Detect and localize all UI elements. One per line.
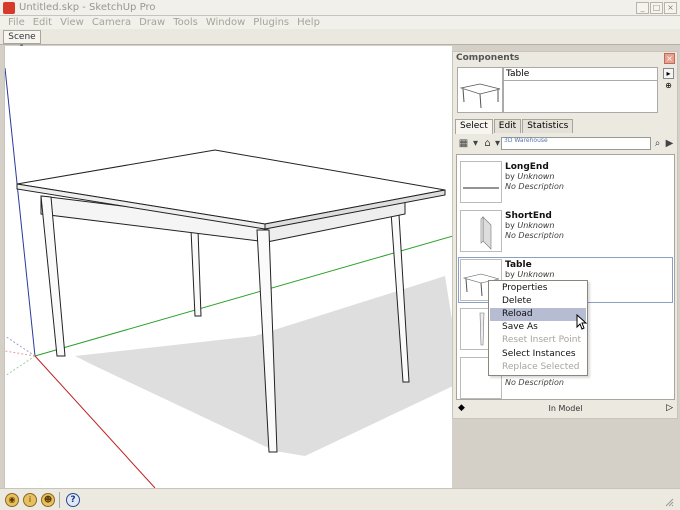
blue-axis — [5, 67, 36, 357]
mouse-cursor-icon — [576, 314, 588, 330]
item-name: Table — [505, 260, 532, 270]
menu-plugins[interactable]: Plugins — [249, 16, 293, 29]
table-model-drawing — [5, 67, 452, 488]
user-icon[interactable]: ☻ — [41, 493, 55, 507]
item-author: by Unknown — [505, 270, 555, 279]
resize-grip-icon[interactable] — [664, 497, 674, 507]
menu-file[interactable]: File — [4, 16, 29, 29]
context-menu-save-as[interactable]: Save As — [490, 321, 586, 334]
shortend-thumbnail — [460, 210, 502, 252]
item-author: by Unknown — [505, 172, 555, 181]
table-leg-front-left — [40, 195, 66, 357]
close-window-button[interactable]: × — [664, 2, 677, 14]
item-description: No Description — [505, 378, 564, 387]
component-preview — [457, 67, 503, 113]
tab-edit[interactable]: Edit — [493, 119, 522, 133]
blue-axis-dashed — [5, 335, 36, 357]
menu-camera[interactable]: Camera — [88, 16, 135, 29]
panel-close-icon[interactable]: × — [664, 53, 675, 64]
green-axis-dashed — [5, 355, 36, 377]
component-description-field[interactable] — [503, 81, 658, 113]
tab-select[interactable]: Select — [455, 119, 493, 134]
scene-tab[interactable]: Scene 1 — [3, 30, 41, 54]
window-title: Untitled.skp - SketchUp Pro — [19, 2, 156, 13]
list-item-longend[interactable]: LongEnd by Unknown No Description — [457, 158, 674, 206]
components-tabs: Select Edit Statistics — [455, 119, 574, 134]
table-leg-back-middle — [190, 229, 202, 317]
menu-help[interactable]: Help — [293, 16, 324, 29]
context-menu-reset-insert-point: Reset Insert Point — [502, 335, 582, 345]
in-model-label: In Model — [548, 404, 583, 413]
longend-thumbnail — [460, 161, 502, 203]
tab-statistics[interactable]: Statistics — [522, 119, 574, 133]
3d-viewport[interactable] — [4, 46, 452, 488]
item-name: ShortEnd — [505, 211, 552, 221]
minimize-button[interactable]: _ — [636, 2, 649, 14]
context-menu-properties[interactable]: Properties — [490, 282, 586, 295]
table-thumbnail-icon — [459, 83, 501, 109]
menu-view[interactable]: View — [56, 16, 88, 29]
title-bar: Untitled.skp - SketchUp Pro _ □ × — [0, 0, 680, 16]
details-arrow-icon[interactable]: ▸ — [663, 68, 674, 79]
status-divider — [59, 492, 60, 508]
context-menu-reload[interactable]: Reload — [490, 308, 586, 321]
window-controls: _ □ × — [636, 2, 677, 14]
context-menu: Properties Delete Reload Save As Reset I… — [488, 280, 588, 376]
geo-location-icon[interactable]: ◉ — [5, 493, 19, 507]
item-description: No Description — [505, 231, 564, 240]
create-material-icon[interactable]: ⊕ — [663, 81, 674, 92]
credits-icon[interactable]: i — [23, 493, 37, 507]
menu-edit[interactable]: Edit — [29, 16, 56, 29]
menu-bar: File Edit View Camera Draw Tools Window … — [0, 16, 680, 29]
components-toolbar: ▦ ▾ ⌂ ▾ 3D Warehouse ⌕ ▶ — [455, 136, 675, 152]
list-item-shortend[interactable]: ShortEnd by Unknown No Description — [457, 207, 674, 255]
search-input[interactable]: 3D Warehouse — [501, 137, 651, 150]
forward-arrow-icon[interactable]: ▷ — [666, 403, 673, 413]
context-menu-replace-selected: Replace Selected — [502, 362, 580, 372]
menu-draw[interactable]: Draw — [135, 16, 169, 29]
maximize-button[interactable]: □ — [650, 2, 663, 14]
menu-tools[interactable]: Tools — [169, 16, 202, 29]
item-name: LongEnd — [505, 162, 549, 172]
components-panel-title: Components — [453, 52, 677, 65]
context-menu-select-instances[interactable]: Select Instances — [490, 348, 586, 361]
scene-bar: Scene 1 — [0, 29, 680, 54]
item-author: by Unknown — [505, 221, 555, 230]
item-description: No Description — [505, 182, 564, 191]
menu-window[interactable]: Window — [202, 16, 249, 29]
status-bar: ◉ i ☻ ? — [0, 488, 680, 510]
components-footer: ◆ In Model ▷ — [456, 402, 675, 416]
help-icon[interactable]: ? — [66, 493, 80, 507]
component-name-field[interactable]: Table — [503, 67, 658, 81]
details-menu-icon[interactable]: ▶ — [663, 137, 676, 150]
context-menu-delete[interactable]: Delete — [490, 295, 586, 308]
sketchup-app-icon — [3, 2, 15, 14]
